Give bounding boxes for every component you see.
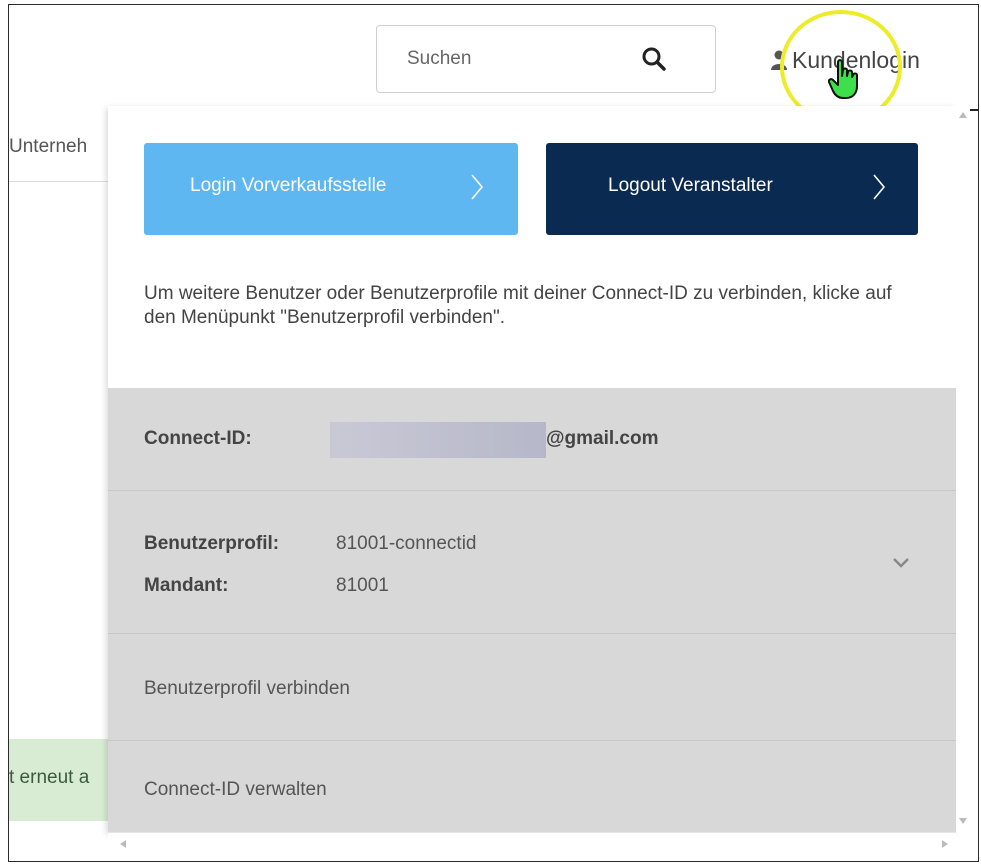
scroll-up-arrow-icon[interactable]	[959, 112, 967, 118]
logout-veranstalter-label: Logout Veranstalter	[608, 175, 773, 196]
logout-veranstalter-button[interactable]: Logout Veranstalter	[546, 143, 918, 235]
login-dropdown-panel: Login Vorverkaufsstelle Logout Veranstal…	[108, 106, 956, 832]
scroll-right-arrow-icon[interactable]	[942, 840, 948, 848]
search-input[interactable]: Suchen	[376, 25, 716, 93]
redacted-email-block	[330, 422, 546, 458]
background-divider	[9, 181, 119, 182]
background-notice-text: t erneut a	[9, 767, 90, 788]
search-icon[interactable]	[641, 46, 667, 72]
login-vorverkaufsstelle-button[interactable]: Login Vorverkaufsstelle	[144, 143, 518, 235]
benutzerprofil-verbinden-label: Benutzerprofil verbinden	[144, 678, 350, 699]
vertical-scrollbar[interactable]	[956, 106, 970, 832]
connect-id-label: Connect-ID:	[144, 428, 252, 449]
connect-id-info-text: Um weitere Benutzer oder Benutzerprofile…	[144, 283, 892, 328]
account-details-area: Connect-ID: @gmail.com Benutzerprofil: 8…	[108, 388, 956, 832]
scroll-left-arrow-icon[interactable]	[120, 840, 126, 848]
horizontal-scrollbar[interactable]	[108, 832, 956, 855]
mandant-label: Mandant:	[144, 575, 229, 596]
search-placeholder: Suchen	[407, 48, 472, 69]
user-profile-value: 81001-connectid	[336, 533, 477, 554]
user-profile-label: Benutzerprofil:	[144, 533, 280, 554]
login-button-row: Login Vorverkaufsstelle Logout Veranstal…	[144, 143, 924, 235]
user-profile-selector[interactable]: Benutzerprofil: 81001-connectid Mandant:…	[108, 491, 956, 634]
login-vorverkaufsstelle-label: Login Vorverkaufsstelle	[190, 175, 387, 196]
menu-item-connect-id-verwalten[interactable]: Connect-ID verwalten	[108, 741, 956, 832]
connect-id-verwalten-label: Connect-ID verwalten	[144, 779, 327, 800]
mandant-value: 81001	[336, 575, 389, 596]
background-nav-label[interactable]: Unterneh	[9, 136, 87, 158]
hand-cursor-icon	[828, 59, 858, 99]
chevron-down-icon[interactable]	[892, 557, 910, 569]
chevron-right-icon	[873, 174, 886, 200]
menu-item-benutzerprofil-verbinden[interactable]: Benutzerprofil verbinden	[108, 634, 956, 741]
chevron-right-icon	[471, 174, 484, 200]
connect-id-row: Connect-ID: @gmail.com	[108, 388, 956, 491]
scroll-down-arrow-icon[interactable]	[959, 818, 967, 824]
connect-id-email: @gmail.com	[546, 428, 659, 449]
